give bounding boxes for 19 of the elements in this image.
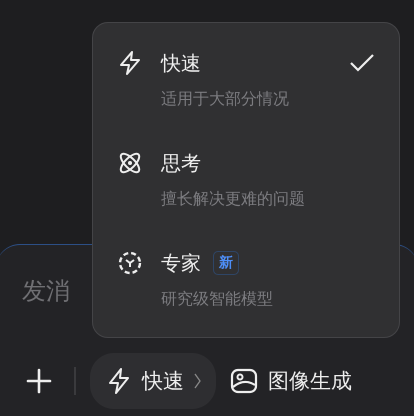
lightning-icon <box>106 367 132 395</box>
mode-option[interactable]: 思考 擅长解决更难的问题 <box>117 147 375 247</box>
option-title: 专家 <box>161 250 201 276</box>
option-description: 适用于大部分情况 <box>161 89 290 110</box>
atom-icon <box>117 150 143 176</box>
image-icon <box>230 368 258 394</box>
expert-icon <box>117 250 143 276</box>
lightning-icon <box>117 50 143 76</box>
chevron-right-icon <box>194 372 202 390</box>
new-badge: 新 <box>213 251 239 275</box>
option-title: 思考 <box>161 150 201 176</box>
option-description: 擅长解决更难的问题 <box>161 189 306 210</box>
mode-option[interactable]: 专家 新 研究级智能模型 <box>117 247 375 347</box>
plus-icon[interactable] <box>26 368 52 394</box>
image-generation-button[interactable]: 图像生成 <box>230 367 352 395</box>
mode-option[interactable]: 快速 适用于大部分情况 <box>117 47 375 147</box>
option-description: 研究级智能模型 <box>161 289 274 310</box>
mode-button[interactable]: 快速 <box>90 353 216 409</box>
option-title: 快速 <box>161 50 201 76</box>
